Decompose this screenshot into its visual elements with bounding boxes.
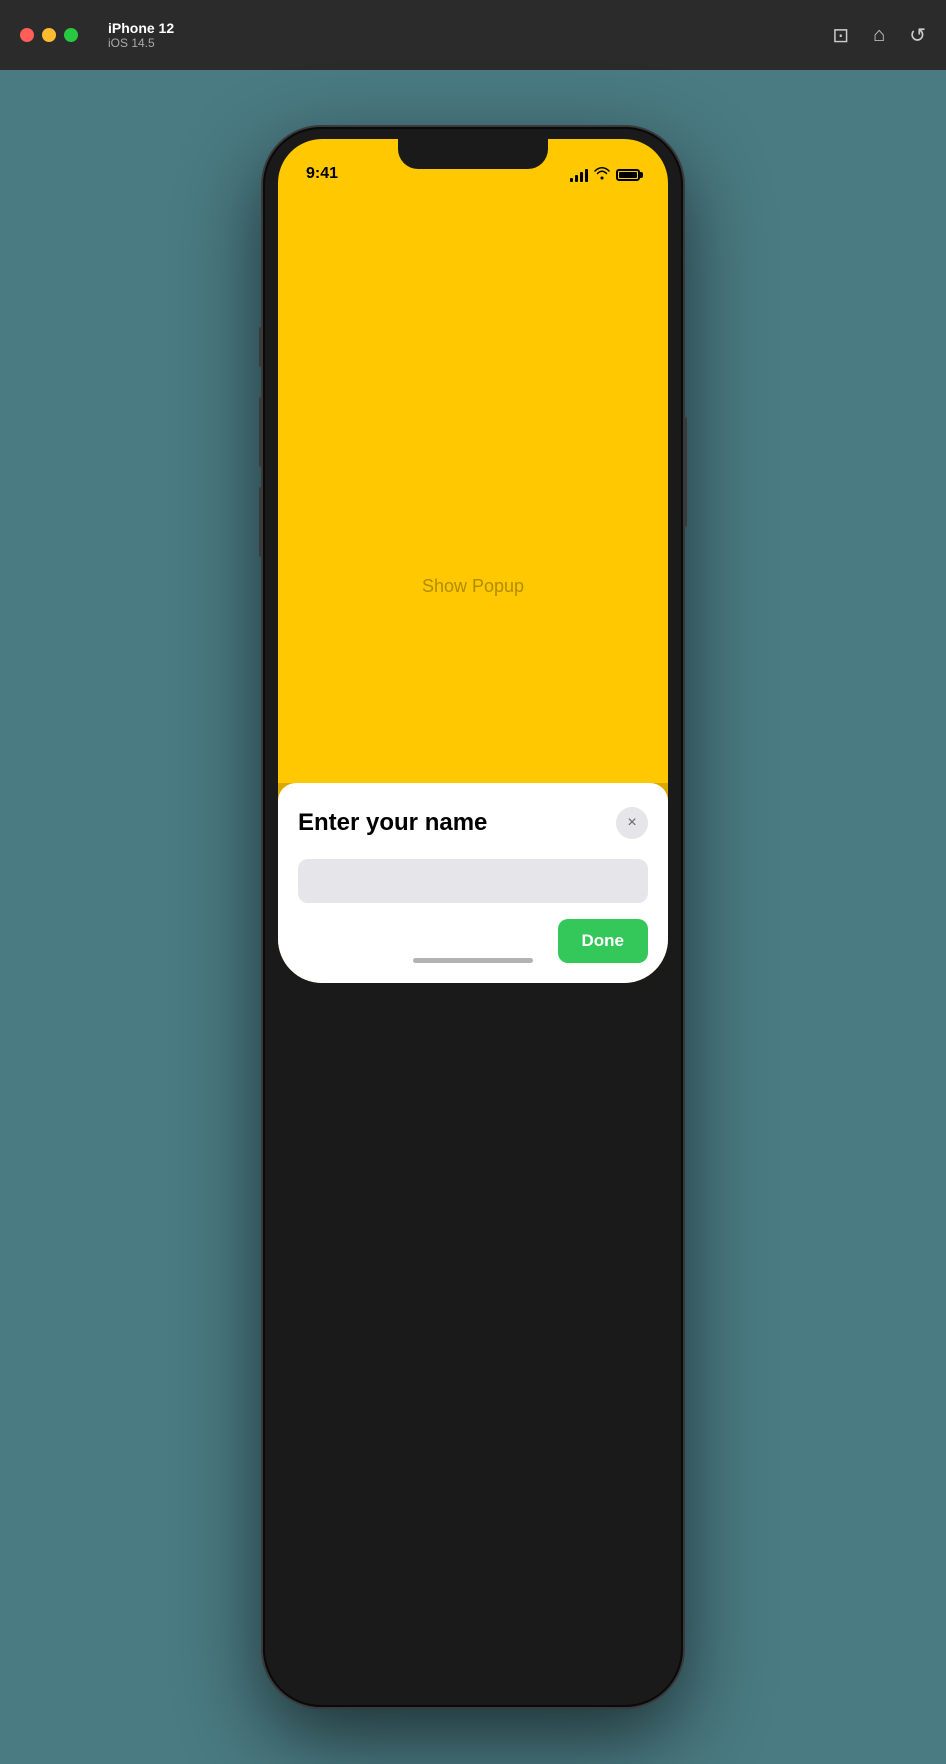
app-content: Show Popup Enter your name × Done	[278, 189, 668, 983]
minimize-button[interactable]	[42, 28, 56, 42]
phone-screen: 9:41	[278, 139, 668, 983]
device-name: iPhone 12	[108, 20, 174, 36]
close-button[interactable]	[20, 28, 34, 42]
phone-wrapper: 9:41	[263, 70, 683, 1764]
title-bar: iPhone 12 iOS 14.5 ⊡ ⌂ ↺	[0, 0, 946, 70]
home-indicator	[413, 958, 533, 963]
maximize-button[interactable]	[64, 28, 78, 42]
signal-bar-3	[580, 172, 583, 182]
title-bar-controls: ⊡ ⌂ ↺	[832, 23, 926, 48]
signal-bar-2	[575, 175, 578, 182]
rotate-icon[interactable]: ↺	[909, 23, 926, 48]
notch	[398, 139, 548, 169]
volume-up-button	[259, 397, 263, 467]
mute-button	[259, 327, 263, 367]
screenshot-icon[interactable]: ⊡	[832, 23, 849, 48]
signal-bar-1	[570, 178, 573, 182]
modal-title: Enter your name	[298, 809, 487, 837]
done-button[interactable]: Done	[558, 919, 649, 963]
power-button	[683, 417, 687, 527]
show-popup-button[interactable]: Show Popup	[422, 576, 524, 597]
name-input[interactable]	[298, 859, 648, 903]
device-os: iOS 14.5	[108, 36, 174, 50]
battery-icon	[616, 169, 640, 181]
volume-down-button	[259, 487, 263, 557]
modal-close-button[interactable]: ×	[616, 807, 648, 839]
modal-sheet: Enter your name × Done	[278, 783, 668, 983]
status-icons	[570, 166, 640, 183]
traffic-lights	[20, 28, 78, 42]
phone-frame: 9:41	[263, 127, 683, 1707]
signal-bar-4	[585, 169, 588, 182]
signal-icon	[570, 168, 588, 182]
modal-header: Enter your name ×	[298, 807, 648, 839]
modal-footer: Done	[298, 919, 648, 963]
battery-fill	[619, 172, 637, 178]
wifi-icon	[594, 166, 610, 183]
status-time: 9:41	[306, 165, 338, 183]
modal-overlay: Enter your name × Done	[278, 783, 668, 983]
device-info: iPhone 12 iOS 14.5	[108, 20, 174, 50]
home-icon[interactable]: ⌂	[873, 24, 885, 47]
